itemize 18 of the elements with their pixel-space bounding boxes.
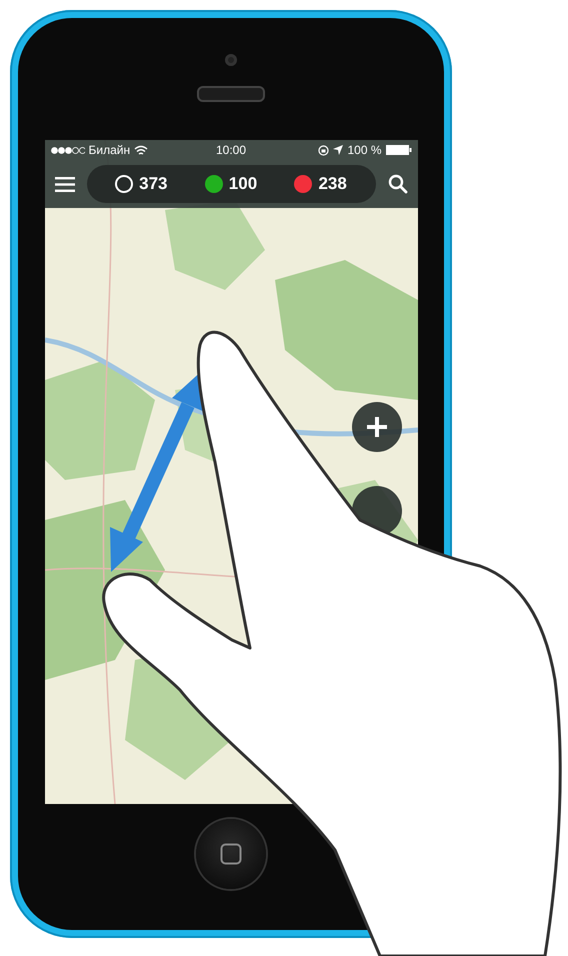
signal-icon bbox=[50, 146, 84, 154]
count-label[interactable]: 373 bbox=[139, 174, 168, 194]
carrier-name: Билайн bbox=[88, 143, 130, 157]
wifi-icon bbox=[134, 144, 148, 156]
plus-icon bbox=[364, 415, 388, 439]
menu-icon[interactable] bbox=[54, 176, 74, 192]
location-arrow-icon bbox=[333, 145, 344, 155]
battery-icon bbox=[386, 145, 412, 155]
home-button[interactable] bbox=[196, 819, 266, 889]
speaker-grille bbox=[197, 86, 265, 102]
count-label[interactable]: 238 bbox=[318, 174, 347, 194]
rotation-lock-icon bbox=[318, 144, 330, 156]
search-icon[interactable] bbox=[388, 174, 408, 194]
camera-icon bbox=[225, 54, 237, 66]
square-icon bbox=[220, 843, 242, 865]
battery-percent: 100 % bbox=[347, 143, 382, 157]
clock-time: 10:00 bbox=[216, 143, 246, 157]
count-label[interactable]: 100 bbox=[228, 174, 258, 194]
